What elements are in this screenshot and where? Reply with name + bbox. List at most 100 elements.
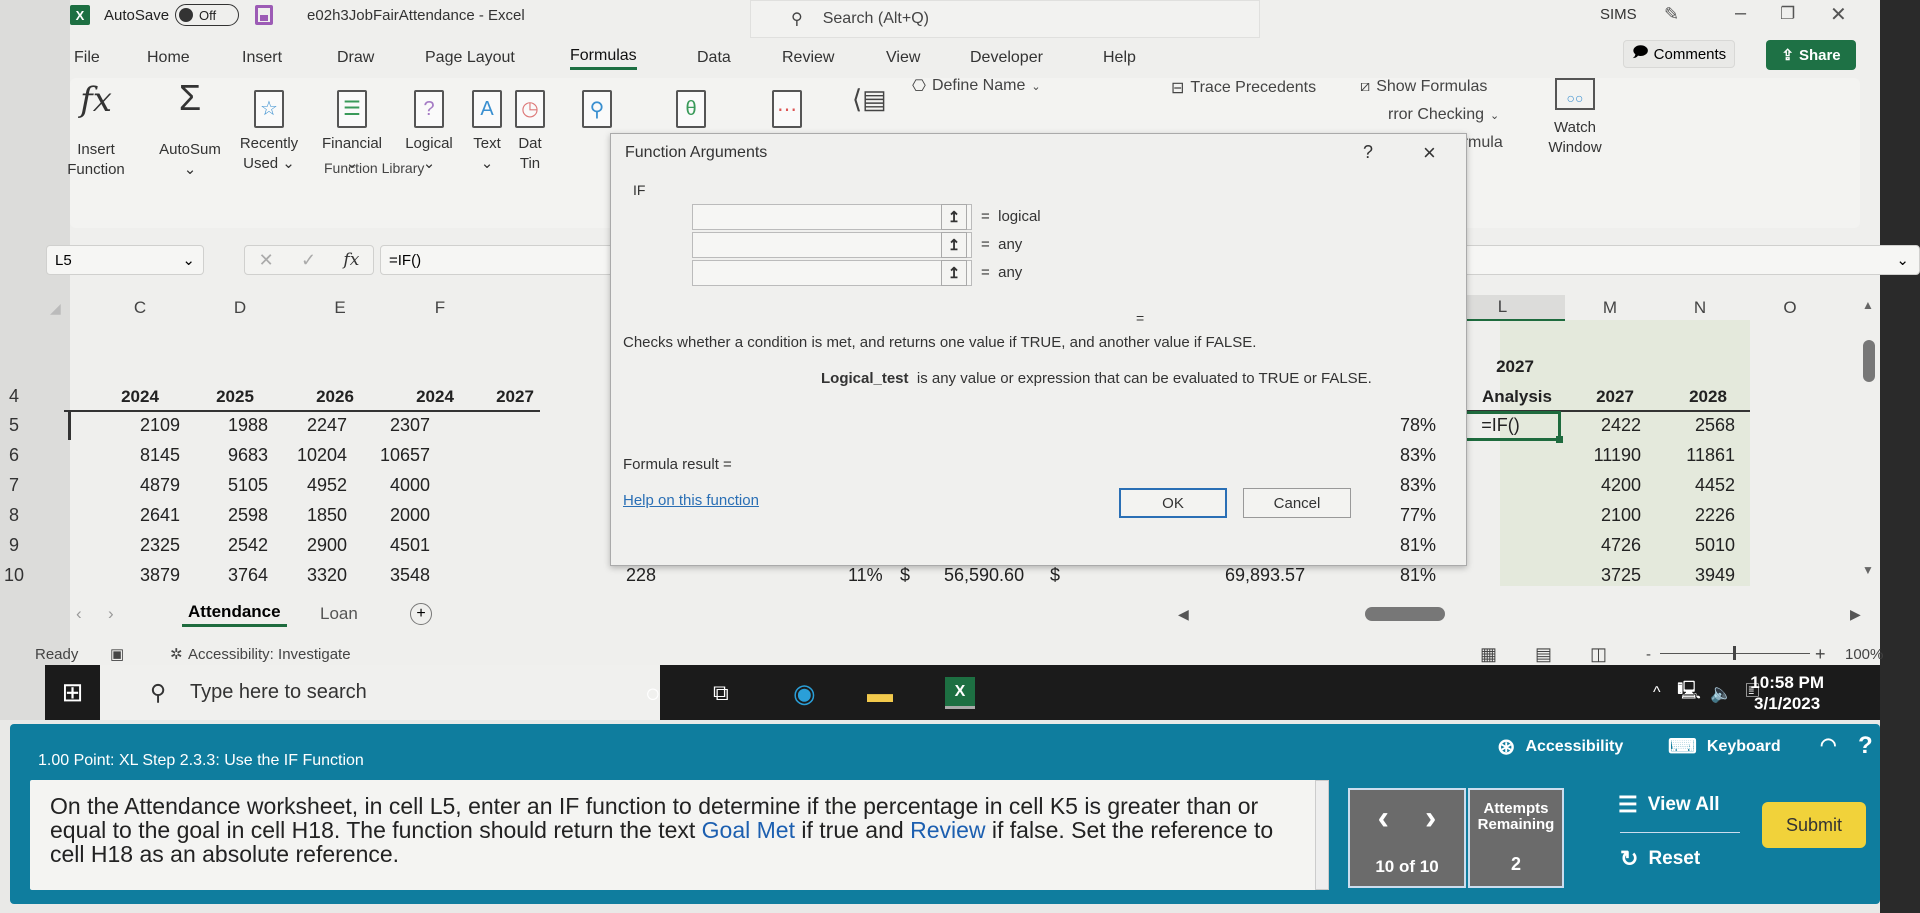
- cell-f8[interactable]: 2000: [350, 505, 430, 526]
- cell-d6[interactable]: 9683: [188, 445, 268, 466]
- cell-l5[interactable]: =IF(): [1440, 415, 1561, 436]
- trace-precedents-button[interactable]: ⊟ Trace Precedents: [1171, 78, 1316, 98]
- cell-f10[interactable]: 3548: [350, 565, 430, 586]
- page-layout-view-icon[interactable]: ▤: [1535, 644, 1552, 665]
- cell-d8[interactable]: 2598: [188, 505, 268, 526]
- tab-data[interactable]: Data: [697, 49, 731, 67]
- header-cell-n4[interactable]: 2028: [1668, 387, 1748, 407]
- cortana-icon[interactable]: ○: [645, 677, 661, 709]
- row-header[interactable]: 10: [0, 565, 28, 586]
- cell-n8[interactable]: 2226: [1655, 505, 1735, 526]
- cell-e10[interactable]: 3320: [267, 565, 347, 586]
- close-icon[interactable]: ✕: [1830, 2, 1847, 27]
- tab-insert[interactable]: Insert: [242, 49, 282, 67]
- more-functions-icon[interactable]: ⋯: [772, 90, 802, 128]
- zoom-slider-thumb[interactable]: [1733, 646, 1736, 660]
- cell-d9[interactable]: 2542: [188, 535, 268, 556]
- pen-icon[interactable]: ✎: [1664, 4, 1679, 25]
- cell-d5[interactable]: 1988: [188, 415, 268, 436]
- header-cell-m4[interactable]: 2027: [1575, 387, 1655, 407]
- accessibility-button[interactable]: ⊛ Accessibility: [1497, 734, 1623, 760]
- show-formulas-button[interactable]: ⧄ Show Formulas: [1360, 78, 1487, 96]
- dialog-help-button[interactable]: ?: [1363, 142, 1373, 163]
- tab-draw[interactable]: Draw: [337, 49, 374, 67]
- column-header-f[interactable]: F: [390, 295, 490, 321]
- cell-e7[interactable]: 4952: [267, 475, 347, 496]
- horizontal-scroll-left-icon[interactable]: ◀: [1178, 606, 1189, 623]
- cell-c8[interactable]: 2641: [100, 505, 180, 526]
- tab-formulas[interactable]: Formulas: [570, 47, 637, 70]
- row-header[interactable]: 7: [0, 475, 28, 496]
- column-header-d[interactable]: D: [190, 295, 290, 321]
- tab-developer[interactable]: Developer: [970, 49, 1043, 67]
- cell-n10[interactable]: 3949: [1655, 565, 1735, 586]
- cell-e6[interactable]: 10204: [267, 445, 347, 466]
- expand-formula-bar-icon[interactable]: ⌄: [1896, 251, 1909, 269]
- cell-m10[interactable]: 3725: [1561, 565, 1641, 586]
- cell-m6[interactable]: 11190: [1561, 445, 1641, 466]
- tab-file[interactable]: File: [74, 49, 100, 67]
- network-icon[interactable]: 🖳: [1677, 677, 1701, 709]
- value-if-false-input[interactable]: [692, 260, 972, 286]
- save-icon[interactable]: [255, 5, 274, 25]
- cell-f6[interactable]: 10657: [350, 445, 430, 466]
- cell-h10[interactable]: 11%: [848, 565, 883, 586]
- dialog-close-button[interactable]: ×: [1423, 140, 1436, 166]
- select-all-icon[interactable]: ◢: [50, 300, 61, 317]
- cell-e9[interactable]: 2900: [267, 535, 347, 556]
- previous-question-button[interactable]: ‹: [1378, 799, 1389, 838]
- cell-n9[interactable]: 5010: [1655, 535, 1735, 556]
- prev-sheet-icon[interactable]: ‹: [76, 604, 82, 624]
- row-header[interactable]: 8: [0, 505, 28, 526]
- header-cell-e4[interactable]: 2026: [285, 387, 385, 407]
- cell-k5[interactable]: 78%: [1400, 415, 1436, 436]
- cell-e8[interactable]: 1850: [267, 505, 347, 526]
- recently-used-button[interactable]: ☆ Recently Used ⌄: [233, 90, 305, 174]
- user-name[interactable]: SIMS: [1600, 6, 1637, 23]
- cell-c10[interactable]: 3879: [100, 565, 180, 586]
- define-name-button[interactable]: ⎔ Define Name ⌄: [912, 76, 1041, 96]
- error-checking-button[interactable]: rror Checking ⌄: [1388, 106, 1499, 124]
- row-header[interactable]: 4: [0, 386, 28, 407]
- cell-k8[interactable]: 77%: [1400, 505, 1436, 526]
- column-header-e[interactable]: E: [290, 295, 390, 321]
- help-button[interactable]: ?: [1858, 732, 1873, 760]
- cell-k9[interactable]: 81%: [1400, 535, 1436, 556]
- normal-view-icon[interactable]: ▦: [1480, 644, 1497, 665]
- cell-g10[interactable]: 228: [626, 565, 656, 586]
- zoom-out-icon[interactable]: -: [1646, 646, 1651, 663]
- column-header-n[interactable]: N: [1655, 295, 1745, 321]
- cell-e5[interactable]: 2247: [267, 415, 347, 436]
- scroll-up-icon[interactable]: ▲: [1862, 298, 1874, 312]
- value-if-true-input[interactable]: [692, 232, 972, 258]
- page-break-view-icon[interactable]: ◫: [1590, 644, 1607, 665]
- lookup-book-icon[interactable]: ⚲: [582, 90, 612, 128]
- macro-recording-icon[interactable]: ▣: [110, 645, 124, 663]
- ok-button[interactable]: OK: [1119, 488, 1227, 518]
- insert-function-icon[interactable]: fx: [343, 250, 359, 270]
- autosum-button[interactable]: Σ AutoSum ⌄: [150, 80, 230, 180]
- collapse-dialog-icon[interactable]: ↥: [941, 204, 967, 230]
- cell-k7[interactable]: 83%: [1400, 475, 1436, 496]
- horizontal-scroll-right-icon[interactable]: ▶: [1850, 606, 1861, 623]
- collapse-dialog-icon[interactable]: ↥: [941, 232, 967, 258]
- collapse-dialog-icon[interactable]: ↥: [941, 260, 967, 286]
- start-button[interactable]: ⊞: [45, 665, 100, 720]
- cell-m7[interactable]: 4200: [1561, 475, 1641, 496]
- zoom-level[interactable]: 100%: [1845, 646, 1883, 663]
- tray-chevron-icon[interactable]: ^: [1653, 677, 1661, 709]
- volume-icon[interactable]: 🔈: [1710, 677, 1732, 709]
- cell-n7[interactable]: 4452: [1655, 475, 1735, 496]
- restore-icon[interactable]: ❐: [1780, 4, 1795, 24]
- keyboard-button[interactable]: ⌨ Keyboard: [1668, 734, 1781, 759]
- text-button[interactable]: A Text ⌄: [464, 90, 510, 174]
- cell-i10[interactable]: 56,590.60: [944, 565, 1024, 586]
- taskbar-search[interactable]: ⚲ Type here to search: [100, 665, 660, 720]
- header-cell-f4[interactable]: 2024: [385, 387, 485, 407]
- sheet-tab-loan[interactable]: Loan: [320, 604, 358, 624]
- confirm-entry-icon[interactable]: ✓: [301, 250, 316, 271]
- sheet-tab-attendance[interactable]: Attendance: [182, 602, 287, 627]
- vertical-scrollbar-thumb[interactable]: [1863, 340, 1875, 382]
- cell-k10[interactable]: 81%: [1400, 565, 1436, 586]
- tab-view[interactable]: View: [886, 49, 920, 67]
